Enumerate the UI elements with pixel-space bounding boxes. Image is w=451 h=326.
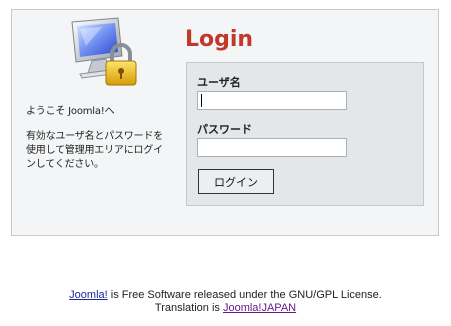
login-button[interactable]: ログイン	[198, 169, 274, 194]
username-input[interactable]	[197, 91, 347, 110]
translation-prefix: Translation is	[154, 302, 223, 314]
text-caret	[201, 94, 202, 107]
joomla-link[interactable]: Joomla!	[69, 289, 108, 301]
welcome-text: ようこそ Joomla!へ	[26, 106, 115, 117]
password-label: パスワード	[197, 123, 252, 136]
login-instructions: 有効なユーザ名とパスワードを使用して管理用エリアにログインしてください。	[26, 131, 163, 170]
footer-translation: Translation is Joomla!JAPAN	[0, 302, 451, 314]
username-label: ユーザ名	[197, 76, 241, 89]
page-title: Login	[185, 27, 254, 52]
footer-license: Joomla! is Free Software released under …	[0, 289, 451, 301]
joomla-japan-link[interactable]: Joomla!JAPAN	[223, 302, 296, 314]
license-text: is Free Software released under the GNU/…	[107, 289, 382, 301]
computer-lock-icon	[66, 16, 140, 90]
password-input[interactable]	[197, 138, 347, 157]
